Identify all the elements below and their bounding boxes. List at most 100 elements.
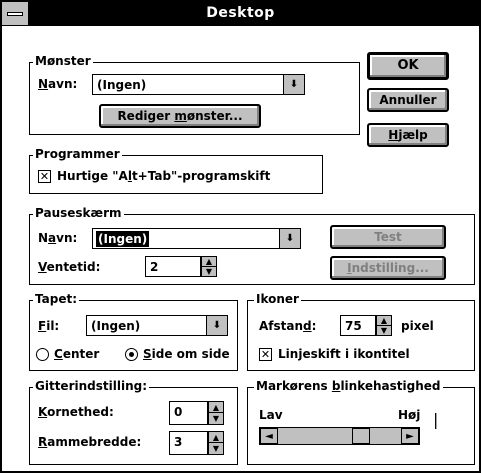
icon-spacing-value[interactable]: 75 (340, 315, 376, 336)
screensaver-legend-text: Pauseskærm (35, 206, 122, 220)
screensaver-delay-label: Ventetid: (38, 259, 100, 275)
ss-name-u: a (48, 231, 57, 245)
cancel-button-label: Annuller (379, 93, 437, 107)
setup-button[interactable]: Indstilling... (330, 256, 446, 280)
granularity-value[interactable]: 0 (169, 401, 208, 425)
border-width-spinner[interactable]: ▲ ▼ (208, 431, 224, 455)
ss-name-post: vn: (56, 231, 78, 245)
wallpaper-file-label: Fil: (38, 318, 59, 334)
blink-fast-label: Høj (398, 408, 421, 422)
check-icon: ✕ (260, 348, 271, 361)
dropdown-arrow-icon[interactable]: ⬇︎ (206, 316, 227, 335)
help-button[interactable]: Hjælp (367, 123, 449, 147)
wallpaper-legend-text: Tapet: (35, 292, 77, 306)
center-radio[interactable] (36, 348, 49, 361)
gran-u: K (38, 405, 48, 419)
spin-down-icon[interactable]: ▼ (209, 413, 223, 424)
ss-delay-rest: entetid: (46, 260, 101, 274)
applications-legend: Programmer (33, 147, 122, 161)
spin-down-icon[interactable]: ▼ (209, 443, 223, 454)
edit-pattern-button[interactable]: Rediger mønster... (99, 104, 261, 128)
help-label-rest: jælp (398, 128, 428, 142)
screensaver-delay-spinner[interactable]: ▲ ▼ (201, 256, 217, 277)
screensaver-name-label: Navn: (38, 230, 77, 246)
pattern-name-u: N (38, 77, 49, 91)
grid-legend-text: Gitterindstilling: (35, 379, 148, 393)
tile-rest: ide om side (151, 347, 230, 361)
cursor-blink-legend: Markørens blinkehastighed (254, 379, 443, 393)
spin-up-icon[interactable]: ▲ (377, 316, 391, 326)
dropdown-arrow-icon[interactable]: ⬇︎ (283, 75, 304, 94)
tile-radio[interactable] (125, 348, 138, 361)
wallpaper-file-value: (Ingen) (91, 319, 141, 333)
dropdown-arrow-icon[interactable]: ⬇︎ (279, 229, 300, 248)
granularity-number: 0 (174, 405, 183, 419)
window-title: Desktop (206, 5, 275, 21)
wrap-post: eskift i ikontitel (302, 347, 410, 361)
ok-button-label: OK (397, 58, 419, 73)
ss-name-pre: N (38, 231, 49, 245)
fast-switch-post: t+Tab"-programskift (131, 169, 271, 183)
blink-pre: Markørens (256, 379, 332, 393)
granularity-spinner[interactable]: ▲ ▼ (208, 401, 224, 425)
spacing-u: d (303, 319, 312, 333)
scroll-right-icon[interactable]: ► (401, 428, 419, 444)
pattern-legend-text: Mønster (35, 54, 91, 68)
icon-spacing-spinner[interactable]: ▲ ▼ (376, 315, 392, 336)
fast-switch-checkbox[interactable]: ✕ (38, 170, 51, 183)
check-icon: ✕ (39, 170, 50, 183)
test-button[interactable]: Test (330, 225, 446, 249)
spin-down-icon[interactable]: ▼ (377, 326, 391, 336)
edit-pattern-post: ønster... (186, 109, 243, 123)
screensaver-name-value: (Ingen) (96, 231, 150, 247)
wp-file-rest: il: (46, 319, 60, 333)
spacing-pre: Afstan (259, 319, 304, 333)
pattern-legend: Mønster (33, 54, 93, 68)
center-rest: enter (62, 347, 100, 361)
cancel-button[interactable]: Annuller (367, 88, 449, 112)
spin-up-icon[interactable]: ▲ (209, 432, 223, 443)
tile-u: S (143, 347, 152, 361)
fast-switch-pre: Hurtige "A (57, 169, 128, 183)
edit-pattern-pre: Rediger (117, 109, 175, 123)
center-u: C (54, 347, 63, 361)
blink-slow-label: Lav (259, 408, 283, 422)
icons-legend: Ikoner (254, 292, 301, 306)
blink-rate-slider[interactable]: ◄ ► (259, 427, 420, 445)
cursor-blink-group (247, 387, 475, 465)
gran-rest: ornethed: (47, 405, 114, 419)
setup-rest: ndstilling... (351, 261, 429, 275)
wrap-title-checkbox[interactable]: ✕ (259, 348, 272, 361)
scroll-left-icon[interactable]: ◄ (260, 428, 278, 444)
blink-cursor-preview: | (433, 410, 439, 429)
screensaver-delay-value[interactable]: 2 (145, 256, 201, 277)
help-label-u: H (388, 128, 399, 142)
wrap-title-label[interactable]: Linjeskift i ikontitel (278, 346, 410, 362)
border-width-number: 3 (174, 435, 183, 449)
wallpaper-file-combo[interactable]: (Ingen) ⬇︎ (86, 315, 228, 336)
icons-legend-text: Ikoner (256, 292, 299, 306)
tile-label[interactable]: Side om side (143, 346, 230, 362)
ss-delay-u: V (38, 260, 47, 274)
border-u: R (38, 435, 48, 449)
spin-down-icon[interactable]: ▼ (202, 267, 216, 277)
desktop-dialog: Desktop OK Annuller Hjælp Mønster Navn: … (0, 0, 481, 473)
pattern-name-combo[interactable]: (Ingen) ⬇︎ (92, 74, 305, 95)
spacing-post: : (311, 319, 317, 333)
edit-pattern-u: m (174, 109, 187, 123)
border-rest: ammebredde: (47, 435, 142, 449)
border-width-value[interactable]: 3 (169, 431, 208, 455)
test-button-label: Test (374, 230, 402, 244)
pattern-name-value: (Ingen) (97, 78, 147, 92)
title-bar[interactable]: Desktop (2, 2, 479, 26)
ok-button[interactable]: OK (367, 52, 449, 80)
screensaver-name-combo[interactable]: (Ingen) ⬇︎ (92, 228, 301, 249)
spin-up-icon[interactable]: ▲ (209, 402, 223, 413)
wp-file-u: F (38, 319, 47, 333)
fast-switch-label[interactable]: Hurtige "Alt+Tab"-programskift (57, 168, 270, 184)
slider-thumb[interactable] (352, 428, 370, 444)
screensaver-legend: Pauseskærm (33, 206, 124, 220)
ss-delay-number: 2 (150, 260, 159, 274)
spin-up-icon[interactable]: ▲ (202, 257, 216, 267)
center-label[interactable]: Center (54, 346, 99, 362)
